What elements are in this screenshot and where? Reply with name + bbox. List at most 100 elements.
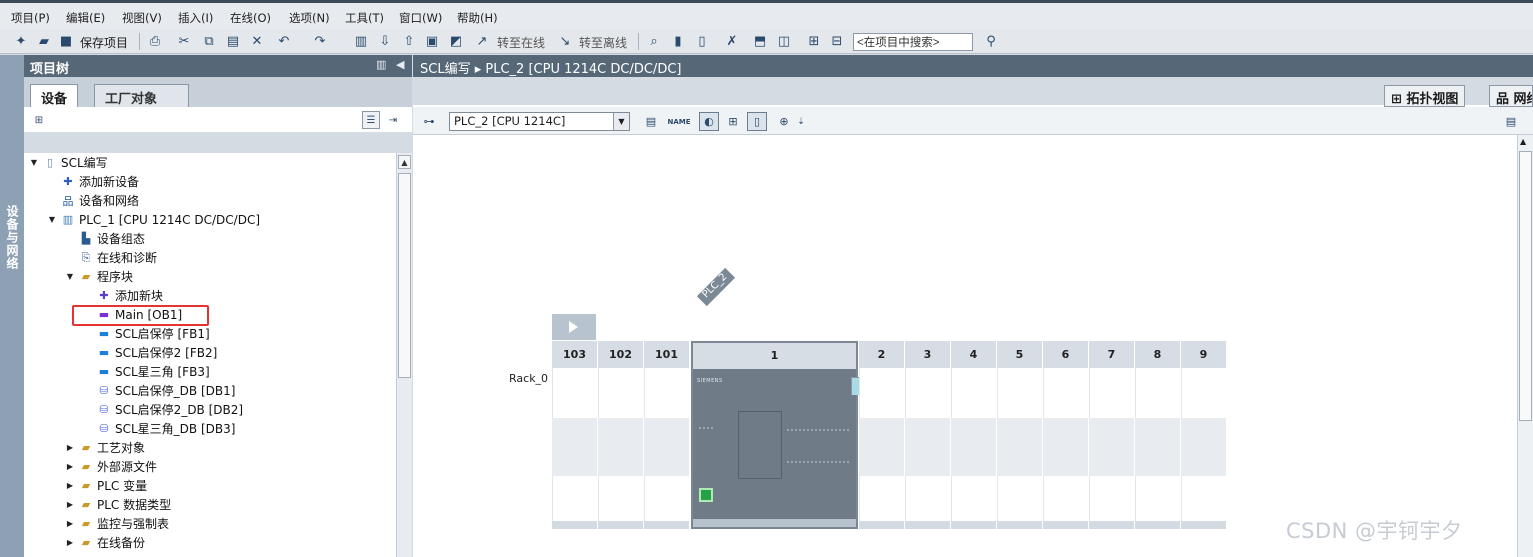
redo-icon[interactable]: ↷ — [311, 32, 329, 50]
slot-1-cpu[interactable]: 1 SIEMENS — [691, 341, 873, 529]
menu-edit[interactable]: 编辑(E) — [66, 10, 105, 26]
start-cpu-icon[interactable]: ▮ — [669, 32, 687, 50]
slot-3[interactable]: 3 — [905, 341, 950, 529]
tree-item-project[interactable]: ▼ ▯ SCL编写 — [28, 153, 108, 172]
dropdown-arrow-icon[interactable]: ▼ — [613, 113, 629, 130]
menu-view[interactable]: 视图(V) — [122, 10, 162, 26]
slot-103[interactable]: 103 — [552, 341, 597, 529]
devices-networks-label[interactable]: 设备与网络 — [3, 205, 21, 270]
expander-right-icon[interactable]: ▶ — [64, 500, 76, 509]
device-canvas[interactable]: PLC_2 Rack_0 103 102 101 1 SIEMENS 2 3 4… — [413, 135, 1516, 557]
tree-export-icon[interactable]: ⇥ — [384, 111, 402, 129]
split-horizontal-icon[interactable]: ⬒ — [751, 32, 769, 50]
slot-2[interactable]: 2 — [859, 341, 904, 529]
plc-name-tag[interactable]: PLC_2 — [696, 267, 736, 307]
tree-item-devices-networks[interactable]: 品设备和网络 — [46, 191, 140, 210]
menu-project[interactable]: 项目(P) — [11, 10, 50, 26]
rack-expand-button[interactable] — [552, 314, 596, 340]
expander-right-icon[interactable]: ▶ — [64, 519, 76, 528]
scroll-up-icon[interactable]: ▲ — [1520, 137, 1526, 146]
device-dropdown[interactable]: PLC_2 [CPU 1214C] ▼ — [449, 112, 630, 131]
tab-plant-objects[interactable]: 工厂对象 — [94, 84, 189, 107]
slot-9[interactable]: 9 — [1181, 341, 1226, 529]
tree-item-db2[interactable]: ⛁ SCL启保停2_DB [DB2] — [82, 400, 243, 419]
new-project-icon[interactable]: ✦ — [12, 32, 30, 50]
undo-icon[interactable]: ↶ — [275, 32, 293, 50]
tree-item-online-diagnostics[interactable]: ⎘ 在线和诊断 — [64, 248, 157, 267]
collapse-panel-icon[interactable]: ◀ — [396, 58, 404, 71]
stop-cpu-icon[interactable]: ▯ — [693, 32, 711, 50]
zoom-dropdown-icon[interactable]: ⇣ — [791, 112, 811, 131]
accessible-devices-icon[interactable]: ⌕ — [645, 32, 663, 50]
slot-5[interactable]: 5 — [997, 341, 1042, 529]
tab-devices[interactable]: 设备 — [30, 84, 79, 107]
scroll-thumb[interactable] — [1519, 151, 1532, 421]
project-search-input[interactable] — [853, 33, 973, 51]
tree-scrollbar[interactable]: ▲ — [396, 153, 412, 557]
panel-layout-icon[interactable]: ▥ — [376, 58, 386, 71]
go-online-icon[interactable]: ↗ — [473, 32, 491, 50]
ethernet-port-icon[interactable] — [699, 488, 713, 502]
tree-item-add-device[interactable]: ✚ 添加新设备 — [46, 172, 139, 191]
show-name-icon[interactable]: NAME — [667, 112, 690, 131]
tree-item-plc1[interactable]: ▼ ▥ PLC_1 [CPU 1214C DC/DC/DC] — [46, 210, 260, 229]
split-icon[interactable]: ▥ — [352, 32, 370, 50]
menu-help[interactable]: 帮助(H) — [457, 10, 498, 26]
slot-4[interactable]: 4 — [951, 341, 996, 529]
menu-online[interactable]: 在线(O) — [230, 10, 271, 26]
go-online-button[interactable]: 转至在线 — [497, 34, 545, 51]
expander-down-icon[interactable]: ▼ — [46, 215, 58, 224]
tree-options-icon[interactable]: ⊞ — [30, 111, 48, 129]
expander-right-icon[interactable]: ▶ — [64, 462, 76, 471]
simulation-icon[interactable]: ▣ — [423, 32, 441, 50]
download-icon[interactable]: ⇩ — [376, 32, 394, 50]
print-icon[interactable]: ⎙ — [146, 32, 164, 50]
cut-icon[interactable]: ✂ — [175, 32, 193, 50]
restore-icon[interactable]: ⊟ — [828, 32, 846, 50]
slot-102[interactable]: 102 — [598, 341, 643, 529]
paste-icon[interactable]: ▤ — [224, 32, 242, 50]
go-offline-button[interactable]: 转至离线 — [579, 34, 627, 51]
tab-network-view[interactable]: 品 网络视图 — [1489, 85, 1533, 107]
page-break-icon[interactable]: ▯ — [747, 112, 767, 131]
tree-item-technology-objects[interactable]: ▶ ▰ 工艺对象 — [64, 438, 145, 457]
list-view-icon[interactable]: ☰ — [362, 111, 380, 129]
expander-right-icon[interactable]: ▶ — [64, 443, 76, 452]
search-go-icon[interactable]: ⚲ — [982, 32, 1000, 50]
panel-toggle-icon[interactable]: ▤ — [1501, 112, 1521, 131]
device-data-icon[interactable]: ▤ — [641, 112, 661, 131]
tree-item-add-block[interactable]: ✚ 添加新块 — [82, 286, 163, 305]
tree-item-external-sources[interactable]: ▶ ▰ 外部源文件 — [64, 457, 157, 476]
tree-item-program-blocks[interactable]: ▼ ▰ 程序块 — [64, 267, 133, 286]
expander-right-icon[interactable]: ▶ — [64, 538, 76, 547]
tree-item-online-backups[interactable]: ▶ ▰ 在线备份 — [64, 533, 145, 552]
menu-options[interactable]: 选项(N) — [289, 10, 330, 26]
cpu-module[interactable]: SIEMENS — [693, 369, 873, 519]
menu-tools[interactable]: 工具(T) — [345, 10, 384, 26]
scroll-thumb[interactable] — [398, 173, 411, 378]
breadcrumb-project[interactable]: SCL编写 — [420, 62, 471, 77]
save-project-button[interactable]: 保存项目 — [80, 34, 128, 51]
tree-item-plc-tags[interactable]: ▶ ▰ PLC 变量 — [64, 476, 147, 495]
expander-down-icon[interactable]: ▼ — [28, 158, 40, 167]
device-tree-icon[interactable]: ⊶ — [419, 112, 439, 131]
delete-icon[interactable]: ✕ — [248, 32, 266, 50]
cross-reference-icon[interactable]: ✗ — [723, 32, 741, 50]
tree-item-fb2[interactable]: ▬ SCL启保停2 [FB2] — [82, 343, 217, 362]
expander-right-icon[interactable]: ▶ — [64, 481, 76, 490]
slot-6[interactable]: 6 — [1043, 341, 1088, 529]
slot-7[interactable]: 7 — [1089, 341, 1134, 529]
canvas-scrollbar[interactable]: ▲ — [1517, 135, 1533, 557]
start-simulation-icon[interactable]: ◩ — [447, 32, 465, 50]
tree-item-db1[interactable]: ⛁ SCL启保停_DB [DB1] — [82, 381, 235, 400]
slot-8[interactable]: 8 — [1135, 341, 1180, 529]
split-vertical-icon[interactable]: ◫ — [775, 32, 793, 50]
open-project-icon[interactable]: ▰ — [35, 32, 53, 50]
tree-item-db3[interactable]: ⛁ SCL星三角_DB [DB3] — [82, 419, 235, 438]
menu-window[interactable]: 窗口(W) — [399, 10, 442, 26]
menu-insert[interactable]: 插入(I) — [178, 10, 213, 26]
toggle-view-icon[interactable]: ◐ — [699, 112, 719, 131]
tree-item-fb1[interactable]: ▬ SCL启保停 [FB1] — [82, 324, 210, 343]
maximize-icon[interactable]: ⊞ — [805, 32, 823, 50]
go-offline-icon[interactable]: ↘ — [556, 32, 574, 50]
